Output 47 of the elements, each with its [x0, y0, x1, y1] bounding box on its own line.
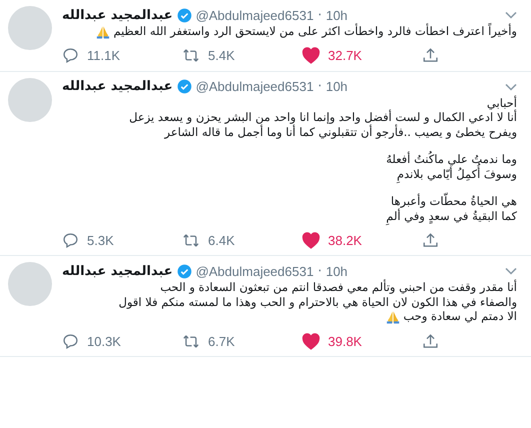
tweet-time[interactable]: 10h	[326, 79, 348, 94]
avatar-placeholder	[8, 78, 52, 122]
like-button[interactable]: 38.2K	[302, 232, 422, 249]
heart-icon	[302, 232, 320, 249]
heart-icon	[302, 332, 320, 350]
speech-bubble-icon	[62, 332, 79, 350]
tweet-time[interactable]: 10h	[326, 264, 348, 279]
speech-bubble-icon	[62, 47, 79, 64]
tweet-text: وما ندمتُ علي ماكُنتُ أفعلهُ وسوفَ أُكمِلُ أيّامي بلاندمِ	[385, 152, 517, 182]
tweet-time[interactable]: 10h	[326, 8, 348, 22]
retweet-icon	[182, 332, 200, 350]
user-handle: @Abdulmajeed6531	[196, 79, 314, 94]
reply-button[interactable]: 11.1K	[62, 47, 182, 64]
reply-button[interactable]: 5.3K	[62, 232, 182, 249]
separator-dot: ·	[318, 79, 322, 94]
user-name[interactable]: عبدالمجيد عبدالله	[62, 264, 173, 279]
share-icon	[422, 47, 439, 64]
tweet-text: أحبابي أنا لا ادعي الكمال و لست أفضل واحد وإنما انا واحد من البشر يحزن و يسعد يزعل ويفرح يخطئ و يصيب ..فأرجو أن تتقبلوني كما أنا وما أجمل ما قاله الشاعر	[128, 96, 517, 140]
avatar-placeholder	[8, 6, 52, 50]
user-name[interactable]: عبدالمجيد عبدالله	[62, 79, 173, 94]
speech-bubble-icon	[62, 232, 79, 249]
share-icon	[422, 232, 439, 249]
share-button[interactable]	[422, 47, 439, 64]
reply-button[interactable]: 10.3K	[62, 332, 182, 350]
retweet-button[interactable]: 6.7K	[182, 332, 302, 350]
retweet-button[interactable]: 5.4K	[182, 47, 302, 64]
separator-dot: ·	[318, 8, 322, 22]
retweet-icon	[182, 232, 200, 249]
separator-dot: ·	[318, 264, 322, 279]
avatar-placeholder	[8, 262, 52, 306]
user-handle: @Abdulmajeed6531	[196, 8, 314, 22]
tweet-text: هي الحياةُ محطّات وأعبرها كما البقيةُ في سعدٍ وفي ألمِ	[384, 194, 517, 224]
chevron-down-icon[interactable]	[505, 82, 517, 91]
retweet-icon	[182, 47, 200, 64]
share-button[interactable]	[422, 332, 439, 350]
heart-icon	[302, 47, 320, 64]
user-name[interactable]: عبدالمجيد عبدالله	[62, 8, 173, 22]
chevron-down-icon[interactable]	[505, 11, 517, 19]
share-button[interactable]	[422, 232, 439, 249]
user-handle: @Abdulmajeed6531	[196, 264, 314, 279]
like-button[interactable]: 32.7K	[302, 47, 422, 64]
tweet-text: وأخيراً اعترف اخطأت فالرد واخطأت اكثر على من لايستحق الرد واستغفر الله العظيم	[62, 24, 517, 39]
tweet-text: أنا مقدر وقفت من احبني وتألم معي فصدقا انتم من تبعثون السعادة و الحب والصفاء في هذا الكون لان الحياة هي بالاحترام و الحب وهذا ما لمسته منكم فلا اقول الا دمتم لي سعادة وحب	[118, 280, 517, 324]
chevron-down-icon[interactable]	[505, 267, 517, 276]
share-icon	[422, 332, 439, 350]
retweet-button[interactable]: 6.4K	[182, 232, 302, 249]
like-button[interactable]: 39.8K	[302, 332, 422, 350]
